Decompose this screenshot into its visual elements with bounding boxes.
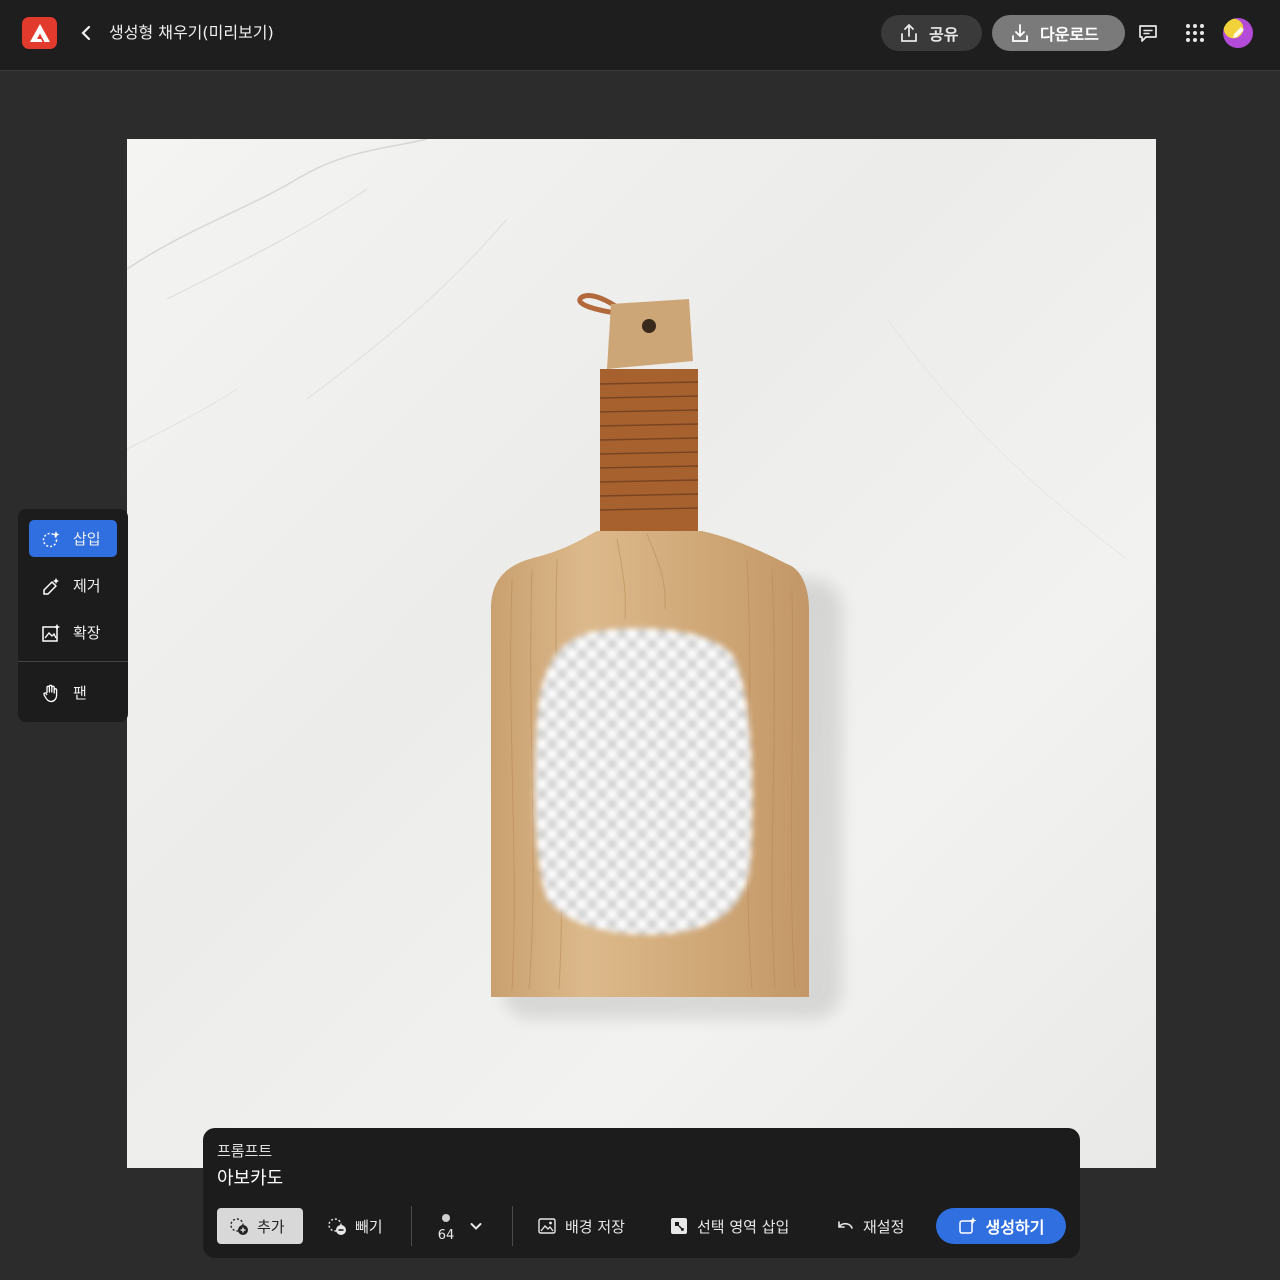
subtract-label: 빼기 xyxy=(355,1217,383,1236)
sidebar-item-label: 팬 xyxy=(73,684,87,702)
sidebar-item-insert[interactable]: 삽입 xyxy=(29,520,117,557)
add-selection-button[interactable]: 추가 xyxy=(217,1208,303,1244)
insert-selection-icon xyxy=(671,1218,687,1234)
prompt-label: 프롬프트 xyxy=(217,1142,273,1160)
generate-button[interactable]: 생성하기 xyxy=(936,1208,1066,1244)
adobe-express-logo-icon[interactable] xyxy=(22,17,57,49)
sidebar-item-expand[interactable]: 확장 xyxy=(29,614,117,651)
share-label: 공유 xyxy=(929,25,959,44)
hand-icon xyxy=(43,684,58,702)
reset-label: 재설정 xyxy=(863,1217,905,1236)
download-icon xyxy=(1012,24,1028,42)
image-canvas[interactable] xyxy=(127,139,1156,1168)
top-bar: 생성형 채우기(미리보기) 공유 다운로드 xyxy=(0,0,1280,71)
chevron-down-icon xyxy=(470,1223,482,1230)
apps-grid-icon[interactable] xyxy=(1182,20,1208,46)
insert-sparkle-icon xyxy=(42,530,60,547)
remove-eraser-icon xyxy=(43,577,59,595)
prompt-input[interactable]: 아보카도 xyxy=(217,1164,283,1190)
marble-background-image xyxy=(127,139,1128,1019)
sidebar-item-label: 제거 xyxy=(73,577,101,595)
add-label: 추가 xyxy=(257,1217,285,1236)
undo-arrow-icon xyxy=(838,1221,853,1229)
prompt-toolbar: 추가 빼기 64 배경 저장 선택 영역 삽입 재설정 생성하기 xyxy=(203,1206,1080,1246)
prompt-panel: 프롬프트 아보카도 추가 빼기 64 배경 저장 선택 영역 삽입 재설정 생성… xyxy=(203,1128,1080,1258)
add-brush-icon xyxy=(230,1218,248,1235)
avatar[interactable] xyxy=(1223,18,1253,48)
save-background-button[interactable]: 배경 저장 xyxy=(525,1208,637,1244)
sidebar-item-remove[interactable]: 제거 xyxy=(29,567,117,604)
insert-selection-button[interactable]: 선택 영역 삽입 xyxy=(657,1208,801,1244)
brush-size-dropdown[interactable] xyxy=(465,1208,487,1244)
fill-tools-panel: 삽입 제거 확장 팬 xyxy=(18,509,128,722)
share-icon xyxy=(901,24,917,42)
share-button[interactable]: 공유 xyxy=(881,15,982,51)
expand-image-icon xyxy=(42,623,60,642)
brush-size-dot-icon xyxy=(442,1214,450,1222)
download-button[interactable]: 다운로드 xyxy=(992,15,1125,51)
subtract-brush-icon xyxy=(328,1218,346,1235)
comment-icon[interactable] xyxy=(1135,20,1161,46)
insert-selection-label: 선택 영역 삽입 xyxy=(697,1217,790,1236)
generate-label: 생성하기 xyxy=(985,1218,1045,1237)
generate-sparkle-icon xyxy=(958,1217,977,1234)
brush-size-control[interactable]: 64 xyxy=(436,1214,456,1246)
reset-button[interactable]: 재설정 xyxy=(823,1208,916,1244)
save-background-label: 배경 저장 xyxy=(565,1217,625,1236)
brush-size-value: 64 xyxy=(437,1228,455,1243)
sidebar-item-label: 삽입 xyxy=(73,530,101,548)
page-title: 생성형 채우기(미리보기) xyxy=(109,23,274,42)
sidebar-divider xyxy=(18,661,128,662)
image-icon xyxy=(538,1218,556,1234)
download-label: 다운로드 xyxy=(1040,25,1099,44)
sidebar-item-label: 확장 xyxy=(73,624,101,642)
toolbar-divider xyxy=(411,1206,412,1246)
back-chevron-icon[interactable] xyxy=(76,22,96,44)
toolbar-divider xyxy=(512,1206,513,1246)
sidebar-item-pan[interactable]: 팬 xyxy=(29,674,117,711)
subtract-selection-button[interactable]: 빼기 xyxy=(315,1208,395,1244)
pencil-icon xyxy=(1233,27,1244,38)
